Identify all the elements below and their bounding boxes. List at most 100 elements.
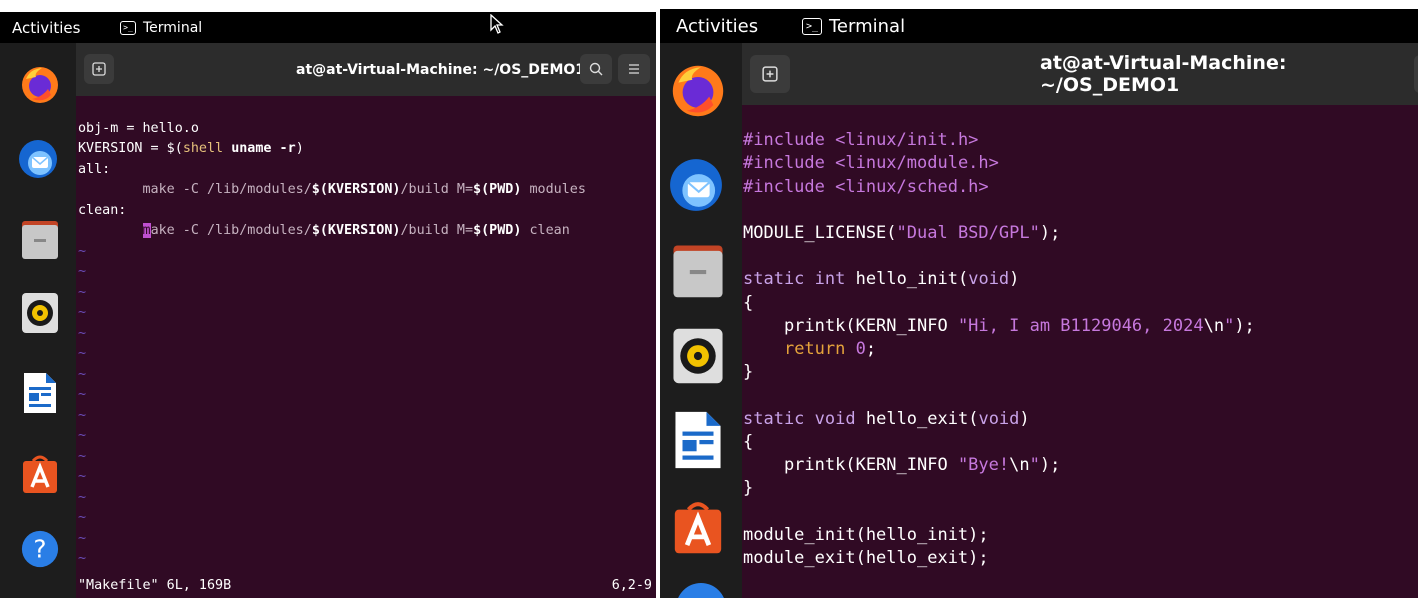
window-titlebar[interactable]: at@at-Virtual-Machine: ~/OS_DEMO1 <box>76 43 656 96</box>
app-center-icon[interactable] <box>668 495 728 557</box>
code-string: "Hi, I am B1129046, 2024 <box>957 315 1204 336</box>
help-icon[interactable]: ? <box>20 525 60 573</box>
new-tab-button[interactable] <box>750 55 790 93</box>
terminal-icon: >_ <box>802 17 822 35</box>
empty-line-marker: ~ <box>78 366 87 382</box>
help-icon[interactable] <box>676 583 726 598</box>
editor-line: make -C /lib/modules/$(KVERSION)/build M… <box>78 180 656 201</box>
code-line: #include <linux/module.h> <box>743 152 1418 175</box>
code-keyword: shell <box>182 141 224 156</box>
code-text: clean <box>521 223 570 238</box>
code-string: <linux/sched.h> <box>835 176 989 197</box>
menu-button[interactable] <box>618 54 650 84</box>
code-string: "Bye! <box>957 455 1010 476</box>
code-directive: #include <box>743 130 836 151</box>
dock: ? <box>0 43 76 598</box>
dock <box>660 43 742 598</box>
text-cursor: m <box>142 223 151 238</box>
empty-line-marker: ~ <box>78 325 87 341</box>
editor-line: clean: <box>78 201 656 222</box>
code-line: MODULE_LICENSE("Dual BSD/GPL"); <box>743 222 1418 245</box>
code-line: } <box>743 361 1418 384</box>
firefox-icon[interactable] <box>668 61 728 121</box>
mouse-pointer-icon <box>490 14 504 34</box>
code-text: KVERSION = $( <box>78 141 183 156</box>
empty-line-marker: ~ <box>78 469 87 484</box>
code-variable: $(PWD) <box>473 223 522 238</box>
search-button[interactable] <box>1414 55 1418 93</box>
app-menu-terminal[interactable]: >_ Terminal <box>120 12 202 43</box>
code-variable: $(KVERSION) <box>311 223 401 238</box>
code-text: hello_init( <box>845 269 969 290</box>
code-type: int <box>814 269 846 290</box>
code-text: make -C /lib/modules/ <box>78 182 312 197</box>
code-text: ); <box>1234 315 1255 336</box>
code-line: #include <linux/sched.h> <box>743 176 1418 199</box>
window-title: at@at-Virtual-Machine: ~/OS_DEMO1 <box>296 61 586 78</box>
code-line: printk(KERN_INFO "Bye!\n"); <box>743 454 1418 477</box>
empty-line-marker-row: ~ <box>78 426 656 447</box>
empty-line-marker-row: ~ <box>78 447 656 468</box>
code-editor[interactable]: #include <linux/init.h> #include <linux/m… <box>742 105 1418 598</box>
app-center-icon[interactable] <box>20 449 60 497</box>
files-icon[interactable] <box>668 239 728 301</box>
empty-line-marker-row: ~ <box>78 406 656 427</box>
empty-line-marker: ~ <box>78 530 87 546</box>
editor-line: make -C /lib/modules/$(KVERSION)/build M… <box>78 221 656 242</box>
editor-line: obj-m = hello.o <box>78 119 656 140</box>
vim-editor[interactable]: obj-m = hello.o KVERSION = $(shell uname … <box>76 96 656 598</box>
code-brace: } <box>743 362 754 383</box>
files-icon[interactable] <box>20 215 60 263</box>
code-text: ) <box>1019 408 1030 429</box>
new-tab-button[interactable] <box>84 54 114 84</box>
cursor-position: 6,2-9 <box>611 577 652 593</box>
code-keyword: return <box>783 339 846 360</box>
empty-line-marker: ~ <box>78 264 87 279</box>
app-menu-label: Terminal <box>829 15 906 37</box>
code-text: /build M= <box>400 182 474 197</box>
thunderbird-icon[interactable] <box>16 135 60 183</box>
editor-line: KVERSION = $(shell uname -r) <box>78 139 656 160</box>
code-text: /build M= <box>400 223 474 238</box>
writer-icon[interactable] <box>668 409 728 471</box>
firefox-icon[interactable] <box>20 61 60 109</box>
code-type: void <box>814 408 856 429</box>
code-text: ; <box>865 339 877 360</box>
code-line: static int hello_init(void) <box>743 268 1418 291</box>
top-bar: Activities >_ Terminal <box>0 12 656 43</box>
code-escape: \n <box>1203 315 1225 336</box>
empty-line-marker: ~ <box>78 243 87 259</box>
empty-line-marker: ~ <box>743 594 753 598</box>
new-tab-icon <box>92 62 106 76</box>
code-line: #include <linux/init.h> <box>743 129 1418 152</box>
rhythmbox-icon[interactable] <box>668 325 728 387</box>
code-number: 0 <box>855 339 866 360</box>
rhythmbox-icon[interactable] <box>20 289 60 337</box>
search-icon <box>589 62 603 76</box>
code-text: ) <box>295 141 304 156</box>
activities-button[interactable]: Activities <box>12 12 80 43</box>
code-brace: { <box>743 431 754 452</box>
app-menu-terminal[interactable]: >_ Terminal <box>802 9 905 43</box>
writer-icon[interactable] <box>20 369 60 417</box>
thunderbird-icon[interactable] <box>664 153 728 217</box>
activities-button[interactable]: Activities <box>676 9 758 43</box>
code-text: ); <box>1039 455 1061 476</box>
code-line: module_exit(hello_exit); <box>743 547 1418 570</box>
empty-line-marker-row: ~ <box>78 549 656 570</box>
code-target: clean: <box>78 202 127 218</box>
empty-line-marker: ~ <box>78 284 87 300</box>
code-variable: $(KVERSION) <box>311 182 401 197</box>
code-string: <linux/module.h> <box>835 153 999 174</box>
window-titlebar[interactable]: at@at-Virtual-Machine: ~/OS_DEMO1 <box>742 43 1418 105</box>
empty-line-marker-row: ~ <box>78 488 656 509</box>
search-button[interactable] <box>580 54 612 84</box>
empty-line-marker: ~ <box>78 448 87 464</box>
